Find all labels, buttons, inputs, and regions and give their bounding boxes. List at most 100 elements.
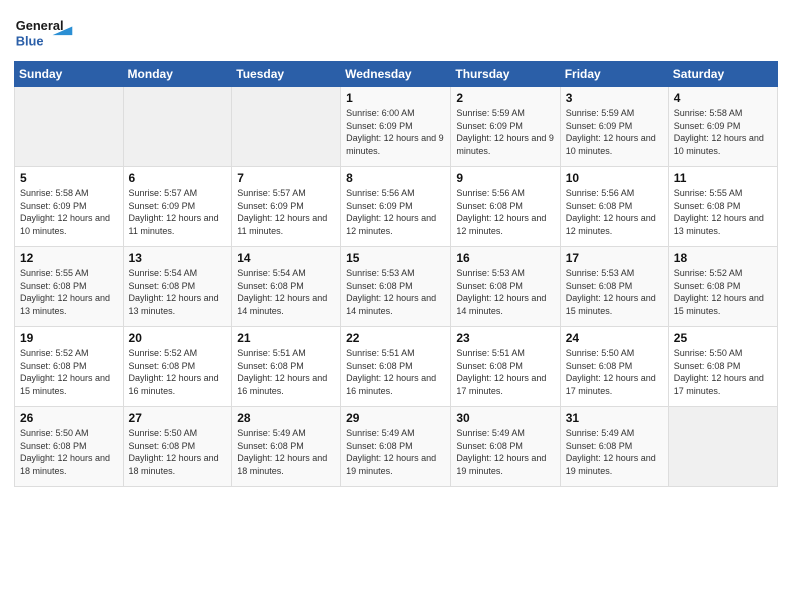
day-info: Sunrise: 5:54 AM Sunset: 6:08 PM Dayligh… [129, 267, 227, 317]
day-info: Sunrise: 5:50 AM Sunset: 6:08 PM Dayligh… [566, 347, 663, 397]
day-number: 15 [346, 251, 445, 265]
calendar-cell: 30 Sunrise: 5:49 AM Sunset: 6:08 PM Dayli… [451, 407, 560, 487]
day-number: 30 [456, 411, 554, 425]
calendar-cell: 25Sunrise: 5:50 AM Sunset: 6:08 PM Dayli… [668, 327, 777, 407]
calendar-cell: 19Sunrise: 5:52 AM Sunset: 6:08 PM Dayli… [15, 327, 124, 407]
weekday-header-saturday: Saturday [668, 62, 777, 87]
calendar-cell: 31 Sunrise: 5:49 AM Sunset: 6:08 PM Dayli… [560, 407, 668, 487]
day-number: 17 [566, 251, 663, 265]
day-number: 20 [129, 331, 227, 345]
day-info: Sunrise: 5:52 AM Sunset: 6:08 PM Dayligh… [20, 347, 118, 397]
day-info: Sunrise: 5:56 AM Sunset: 6:08 PM Dayligh… [456, 187, 554, 237]
day-number: 6 [129, 171, 227, 185]
day-number: 4 [674, 91, 772, 105]
day-info: Sunrise: 5:52 AM Sunset: 6:08 PM Dayligh… [129, 347, 227, 397]
weekday-header-monday: Monday [123, 62, 232, 87]
calendar-cell: 18 Sunrise: 5:52 AM Sunset: 6:08 PM Dayli… [668, 247, 777, 327]
day-info: Sunrise: 5:58 AM Sunset: 6:09 PM Dayligh… [20, 187, 118, 237]
calendar-cell: 28Sunrise: 5:49 AM Sunset: 6:08 PM Dayli… [232, 407, 341, 487]
weekday-header-wednesday: Wednesday [341, 62, 451, 87]
day-number: 22 [346, 331, 445, 345]
calendar-cell: 8Sunrise: 5:56 AM Sunset: 6:09 PM Daylig… [341, 167, 451, 247]
day-info: Sunrise: 5:56 AM Sunset: 6:08 PM Dayligh… [566, 187, 663, 237]
day-info: Sunrise: 5:50 AM Sunset: 6:08 PM Dayligh… [20, 427, 118, 477]
day-info: Sunrise: 5:51 AM Sunset: 6:08 PM Dayligh… [456, 347, 554, 397]
calendar-cell: 14 Sunrise: 5:54 AM Sunset: 6:08 PM Dayli… [232, 247, 341, 327]
calendar-cell: 1 Sunrise: 6:00 AM Sunset: 6:09 PM Daylig… [341, 87, 451, 167]
calendar-cell [232, 87, 341, 167]
day-number: 29 [346, 411, 445, 425]
day-info: Sunrise: 5:49 AM Sunset: 6:08 PM Dayligh… [237, 427, 335, 477]
day-info: Sunrise: 5:49 AM Sunset: 6:08 PM Dayligh… [346, 427, 445, 477]
calendar-cell: 24 Sunrise: 5:50 AM Sunset: 6:08 PM Dayli… [560, 327, 668, 407]
day-info: Sunrise: 5:49 AM Sunset: 6:08 PM Dayligh… [456, 427, 554, 477]
day-number: 7 [237, 171, 335, 185]
calendar-cell: 20 Sunrise: 5:52 AM Sunset: 6:08 PM Dayli… [123, 327, 232, 407]
day-number: 25 [674, 331, 772, 345]
day-info: Sunrise: 5:58 AM Sunset: 6:09 PM Dayligh… [674, 107, 772, 157]
calendar-cell [123, 87, 232, 167]
day-info: Sunrise: 5:53 AM Sunset: 6:08 PM Dayligh… [346, 267, 445, 317]
calendar-cell: 13 Sunrise: 5:54 AM Sunset: 6:08 PM Dayli… [123, 247, 232, 327]
day-number: 21 [237, 331, 335, 345]
day-info: Sunrise: 5:52 AM Sunset: 6:08 PM Dayligh… [674, 267, 772, 317]
weekday-header-sunday: Sunday [15, 62, 124, 87]
calendar-cell: 5 Sunrise: 5:58 AM Sunset: 6:09 PM Daylig… [15, 167, 124, 247]
calendar-cell: 2 Sunrise: 5:59 AM Sunset: 6:09 PM Daylig… [451, 87, 560, 167]
day-info: Sunrise: 5:55 AM Sunset: 6:08 PM Dayligh… [20, 267, 118, 317]
day-number: 2 [456, 91, 554, 105]
calendar-cell: 12 Sunrise: 5:55 AM Sunset: 6:08 PM Dayli… [15, 247, 124, 327]
day-info: Sunrise: 5:55 AM Sunset: 6:08 PM Dayligh… [674, 187, 772, 237]
day-number: 27 [129, 411, 227, 425]
calendar-cell: 23 Sunrise: 5:51 AM Sunset: 6:08 PM Dayli… [451, 327, 560, 407]
calendar-cell [668, 407, 777, 487]
calendar-cell: 29 Sunrise: 5:49 AM Sunset: 6:08 PM Dayli… [341, 407, 451, 487]
calendar-table: SundayMondayTuesdayWednesdayThursdayFrid… [14, 61, 778, 487]
day-number: 10 [566, 171, 663, 185]
day-info: Sunrise: 5:59 AM Sunset: 6:09 PM Dayligh… [456, 107, 554, 157]
calendar-cell: 10 Sunrise: 5:56 AM Sunset: 6:08 PM Dayli… [560, 167, 668, 247]
day-number: 3 [566, 91, 663, 105]
calendar-cell: 27 Sunrise: 5:50 AM Sunset: 6:08 PM Dayli… [123, 407, 232, 487]
day-number: 12 [20, 251, 118, 265]
day-number: 16 [456, 251, 554, 265]
day-info: Sunrise: 5:57 AM Sunset: 6:09 PM Dayligh… [237, 187, 335, 237]
day-number: 18 [674, 251, 772, 265]
day-info: Sunrise: 5:51 AM Sunset: 6:08 PM Dayligh… [237, 347, 335, 397]
day-number: 13 [129, 251, 227, 265]
calendar-cell: 22 Sunrise: 5:51 AM Sunset: 6:08 PM Dayli… [341, 327, 451, 407]
calendar-cell: 4 Sunrise: 5:58 AM Sunset: 6:09 PM Daylig… [668, 87, 777, 167]
day-info: Sunrise: 5:56 AM Sunset: 6:09 PM Dayligh… [346, 187, 445, 237]
svg-text:Blue: Blue [16, 33, 44, 48]
day-info: Sunrise: 5:50 AM Sunset: 6:08 PM Dayligh… [129, 427, 227, 477]
weekday-header-thursday: Thursday [451, 62, 560, 87]
weekday-header-friday: Friday [560, 62, 668, 87]
day-number: 9 [456, 171, 554, 185]
day-info: Sunrise: 5:53 AM Sunset: 6:08 PM Dayligh… [566, 267, 663, 317]
calendar-cell: 26 Sunrise: 5:50 AM Sunset: 6:08 PM Dayli… [15, 407, 124, 487]
day-info: Sunrise: 5:49 AM Sunset: 6:08 PM Dayligh… [566, 427, 663, 477]
day-info: Sunrise: 5:53 AM Sunset: 6:08 PM Dayligh… [456, 267, 554, 317]
day-number: 26 [20, 411, 118, 425]
calendar-cell: 6Sunrise: 5:57 AM Sunset: 6:09 PM Daylig… [123, 167, 232, 247]
day-number: 24 [566, 331, 663, 345]
day-info: Sunrise: 6:00 AM Sunset: 6:09 PM Dayligh… [346, 107, 445, 157]
day-number: 1 [346, 91, 445, 105]
day-info: Sunrise: 5:51 AM Sunset: 6:08 PM Dayligh… [346, 347, 445, 397]
svg-text:General: General [16, 18, 64, 33]
calendar-cell: 9 Sunrise: 5:56 AM Sunset: 6:08 PM Daylig… [451, 167, 560, 247]
day-number: 11 [674, 171, 772, 185]
day-number: 31 [566, 411, 663, 425]
logo: General Blue [14, 10, 74, 55]
calendar-cell: 16 Sunrise: 5:53 AM Sunset: 6:08 PM Dayli… [451, 247, 560, 327]
weekday-header-tuesday: Tuesday [232, 62, 341, 87]
day-info: Sunrise: 5:54 AM Sunset: 6:08 PM Dayligh… [237, 267, 335, 317]
calendar-cell [15, 87, 124, 167]
day-number: 23 [456, 331, 554, 345]
day-number: 5 [20, 171, 118, 185]
calendar-cell: 11 Sunrise: 5:55 AM Sunset: 6:08 PM Dayli… [668, 167, 777, 247]
day-number: 14 [237, 251, 335, 265]
calendar-cell: 21 Sunrise: 5:51 AM Sunset: 6:08 PM Dayli… [232, 327, 341, 407]
calendar-cell: 15 Sunrise: 5:53 AM Sunset: 6:08 PM Dayli… [341, 247, 451, 327]
calendar-cell: 17 Sunrise: 5:53 AM Sunset: 6:08 PM Dayli… [560, 247, 668, 327]
